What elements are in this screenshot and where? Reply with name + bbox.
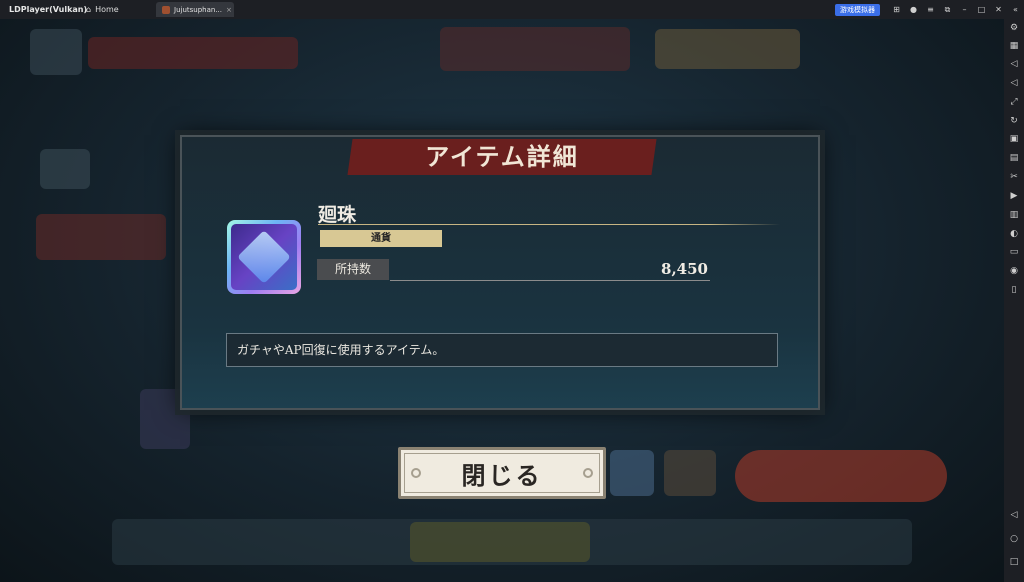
- maximize-icon[interactable]: □: [973, 5, 990, 14]
- back-icon[interactable]: ◁: [1009, 510, 1019, 520]
- scissors-icon[interactable]: ✂: [1009, 172, 1019, 182]
- bg-icon-a: [40, 149, 90, 189]
- close-button-ornament-right: [583, 468, 593, 478]
- minimize-icon[interactable]: –: [956, 5, 973, 14]
- close-button[interactable]: 閉じる: [398, 447, 606, 499]
- bg-header: [440, 27, 630, 71]
- app-brand: LDPlayer(Vulkan): [0, 5, 87, 15]
- add-apk-icon[interactable]: ▣: [1009, 134, 1019, 144]
- settings-icon[interactable]: ⚙: [1009, 23, 1019, 33]
- collapse-icon[interactable]: «: [1007, 5, 1024, 14]
- menu-icon[interactable]: ≡: [922, 5, 939, 14]
- bg-avatar: [30, 29, 82, 75]
- game-emulator-badge[interactable]: 游戏模拟器: [835, 3, 880, 16]
- game-tab-label: Jujutsuphan...: [174, 5, 222, 14]
- close-icon[interactable]: ✕: [990, 5, 1007, 14]
- item-icon: [227, 220, 301, 294]
- bg-slot-b: [664, 450, 716, 496]
- owned-count-label: 所持数: [317, 259, 389, 280]
- shake-icon[interactable]: ▯: [1009, 285, 1019, 295]
- owned-count-divider: [390, 280, 710, 281]
- game-tab-favicon-icon: [162, 5, 170, 14]
- titlebar-controls: 游戏模拟器 ⊞ ● ≡ ⧉ – □ ✕ «: [835, 0, 1024, 19]
- bg-name-plate: [88, 37, 298, 69]
- tab-close-icon[interactable]: ×: [226, 6, 232, 14]
- owned-count-value: 8,450: [661, 260, 708, 278]
- multi-instance-icon[interactable]: ▥: [1009, 210, 1019, 220]
- item-category-tag: 通貨: [320, 230, 442, 247]
- gamepad-icon[interactable]: ⊞: [888, 5, 905, 14]
- folder-icon[interactable]: ▭: [1009, 247, 1019, 257]
- app-title: LDPlayer(Vulkan): [9, 5, 88, 14]
- dialog-title: アイテム詳細: [425, 142, 579, 171]
- sync-icon[interactable]: ↻: [1009, 116, 1019, 126]
- screenshot-icon[interactable]: ▤: [1009, 153, 1019, 163]
- volume-down-icon[interactable]: ◁: [1009, 78, 1019, 88]
- close-button-label: 閉じる: [461, 460, 543, 490]
- record-icon[interactable]: ▶: [1009, 191, 1019, 201]
- game-tab[interactable]: Jujutsuphan... ×: [156, 2, 234, 17]
- home-icon: ⌂: [86, 5, 92, 14]
- item-name: 廻珠: [318, 204, 357, 226]
- volume-up-icon[interactable]: ◁: [1009, 59, 1019, 69]
- emulator-sidebar: ⚙ ▦ ◁ ◁ ⤢ ↻ ▣ ▤ ✂ ▶ ▥ ◐ ▭ ◉ ▯ ◁ ○ □: [1004, 19, 1024, 582]
- item-description: ガチャやAP回復に使用するアイテム。: [226, 333, 778, 367]
- bg-nav-selected: [410, 522, 590, 562]
- orb-gem-icon: [237, 230, 291, 284]
- bg-banner: [36, 214, 166, 260]
- resize-icon[interactable]: ⤢: [1009, 97, 1019, 107]
- bg-action-button: [735, 450, 947, 502]
- item-icon-inner: [231, 224, 297, 290]
- home-tab[interactable]: ⌂ Home: [86, 5, 152, 14]
- home-icon[interactable]: ○: [1009, 534, 1019, 544]
- bg-currency: [655, 29, 800, 69]
- home-tab-label: Home: [95, 5, 119, 14]
- account-icon[interactable]: ●: [905, 5, 922, 14]
- location-icon[interactable]: ◉: [1009, 266, 1019, 276]
- rotate-icon[interactable]: ◐: [1009, 229, 1019, 239]
- restore-small-icon[interactable]: ⧉: [939, 5, 956, 15]
- recents-icon[interactable]: □: [1009, 557, 1019, 567]
- emulator-titlebar: LDPlayer(Vulkan) ⌂ Home Jujutsuphan... ×…: [0, 0, 1024, 19]
- bg-slot-a: [610, 450, 654, 496]
- item-name-divider: [318, 224, 780, 225]
- keyboard-icon[interactable]: ▦: [1009, 41, 1019, 51]
- close-button-ornament-left: [411, 468, 421, 478]
